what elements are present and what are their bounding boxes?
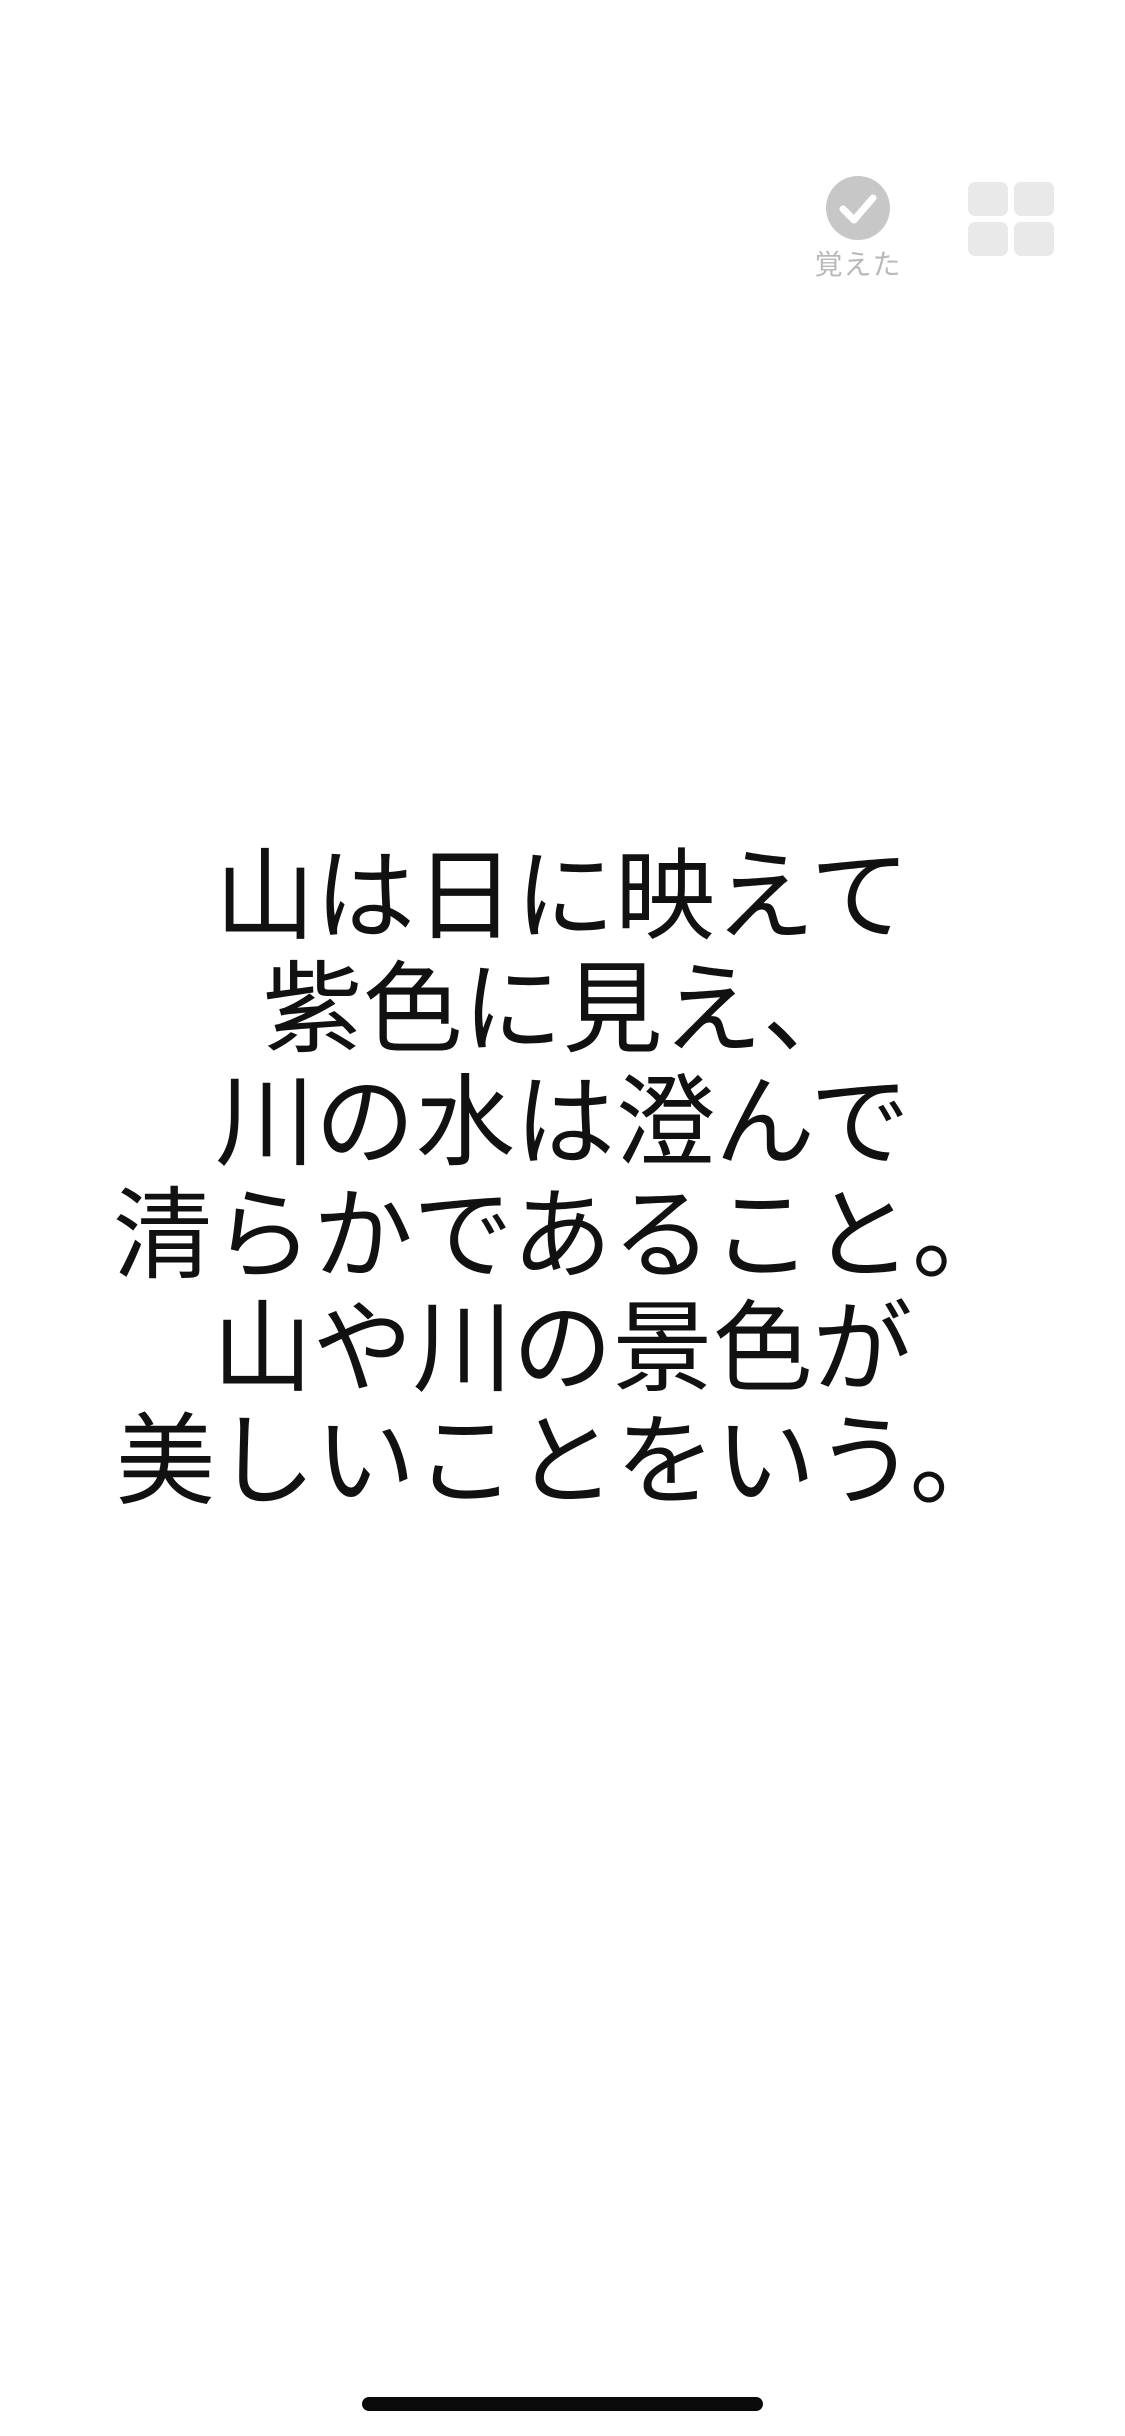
grid-cell [968,182,1008,216]
grid-view-button[interactable] [968,182,1054,256]
memorized-button[interactable]: 覚えた [808,172,908,287]
grid-cell [968,222,1008,256]
card-text-line: 山や川の景色が [212,1290,913,1407]
card-text-line: 美しいことをいう。 [115,1403,1010,1520]
home-indicator[interactable] [362,2397,763,2411]
memorized-label: 覚えた [814,248,902,281]
card-text-line: 清らかであること。 [113,1177,1012,1294]
grid-cell [1014,182,1054,216]
grid-cell [1014,222,1054,256]
card-text-line: 紫色に見え、 [262,951,863,1068]
check-circle-icon [826,176,890,240]
top-controls: 覚えた [0,172,1125,292]
card-text-line: 川の水は澄んで [215,1064,910,1181]
card-text: 山は日に映えて 紫色に見え、 川の水は澄んで 清らかであること。 山や川の景色が… [0,840,1125,1518]
card-text-line: 山は日に映えて [215,838,910,955]
